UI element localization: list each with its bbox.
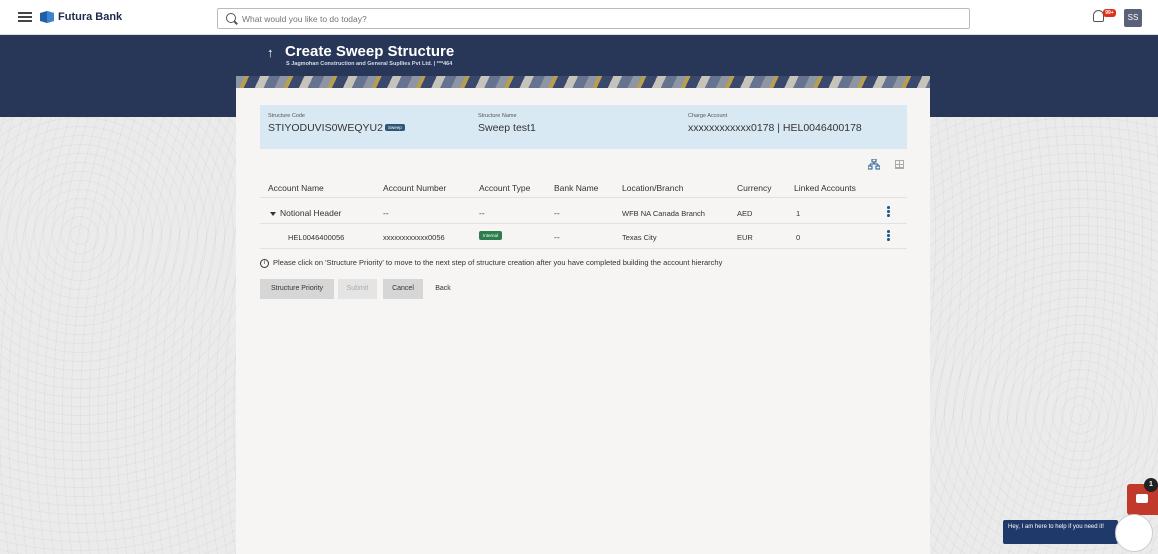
submit-button[interactable]: Submit: [338, 279, 377, 299]
table-row-2-bank-name: --: [554, 232, 560, 242]
chat-message[interactable]: Hey, I am here to help if you need it!: [1003, 520, 1118, 544]
structure-code-value: STIYODUVIS0WEQYU2 Sweep: [268, 122, 405, 134]
col-header-account-name: Account Name: [268, 183, 324, 193]
search-icon: [226, 13, 236, 23]
structure-priority-button[interactable]: Structure Priority: [260, 279, 334, 299]
cancel-button[interactable]: Cancel: [383, 279, 423, 299]
table-row-1-account-number: --: [383, 208, 389, 218]
page-title: Create Sweep Structure: [285, 43, 455, 60]
header-decoration: [236, 76, 930, 88]
charge-account-label: Charge Account: [688, 113, 728, 119]
col-header-bank-name: Bank Name: [554, 183, 599, 193]
table-row-1-bank-name: --: [554, 208, 560, 218]
charge-account-value: xxxxxxxxxxxx0178 | HEL0046400178: [688, 122, 862, 134]
col-header-currency: Currency: [737, 183, 772, 193]
notification-badge: 99+: [1103, 9, 1116, 17]
info-icon: i: [260, 258, 269, 268]
col-header-account-number: Account Number: [383, 183, 447, 193]
expand-caret-icon[interactable]: [270, 211, 276, 216]
col-header-account-type: Account Type: [479, 183, 531, 193]
internal-tag: Internal: [479, 231, 503, 240]
table-row-1-account-type: --: [479, 208, 485, 218]
page-subtitle: S Jagmohan Construction and General Supl…: [286, 61, 453, 67]
table-row-2-linked: 0: [796, 233, 801, 242]
back-button[interactable]: Back: [428, 279, 458, 299]
row-2-more-options-icon[interactable]: [887, 230, 890, 241]
hierarchy-view-icon[interactable]: [868, 159, 880, 170]
structure-name-label: Structure Name: [478, 113, 517, 119]
table-view-icon[interactable]: [895, 160, 904, 169]
search-input[interactable]: [242, 12, 942, 26]
chatbot-avatar[interactable]: [1115, 514, 1153, 552]
user-avatar[interactable]: SS: [1124, 9, 1142, 27]
table-row-2-account-name[interactable]: HEL0046400056: [288, 233, 344, 242]
table-divider: [260, 223, 907, 224]
main-card: Structure Code STIYODUVIS0WEQYU2 Sweep St…: [236, 88, 930, 554]
menu-icon[interactable]: [18, 12, 32, 22]
col-header-linked-accounts: Linked Accounts: [794, 183, 856, 193]
bank-logo-icon: [40, 11, 54, 23]
search-bar[interactable]: [217, 8, 970, 29]
table-row-2-account-number: xxxxxxxxxxxx0056: [383, 233, 445, 242]
row-1-more-options-icon[interactable]: [887, 206, 890, 217]
table-row-1-linked: 1: [796, 209, 801, 218]
chat-icon: [1136, 494, 1148, 503]
table-divider: [260, 248, 907, 249]
sweep-tag: Sweep: [384, 123, 405, 131]
structure-name-value: Sweep test1: [478, 122, 536, 134]
table-row-2-currency: EUR: [737, 233, 753, 242]
col-header-location: Location/Branch: [622, 183, 684, 193]
table-row-1-currency: AED: [737, 209, 753, 218]
top-bar: Futura Bank 99+ SS: [0, 0, 1158, 35]
info-note: i Please click on 'Structure Priority' to…: [260, 258, 722, 268]
table-row-1-account-name[interactable]: Notional Header: [270, 208, 341, 218]
back-arrow-icon[interactable]: ↑: [267, 45, 274, 60]
structure-code-label: Structure Code: [268, 113, 305, 119]
chat-badge: 1: [1144, 478, 1158, 492]
table-row-1-location: WFB NA Canada Branch: [622, 209, 705, 218]
table-divider: [260, 197, 907, 198]
structure-info-panel: Structure Code STIYODUVIS0WEQYU2 Sweep St…: [260, 105, 907, 149]
table-row-2-location: Texas City: [622, 233, 657, 242]
brand-name[interactable]: Futura Bank: [58, 11, 122, 23]
